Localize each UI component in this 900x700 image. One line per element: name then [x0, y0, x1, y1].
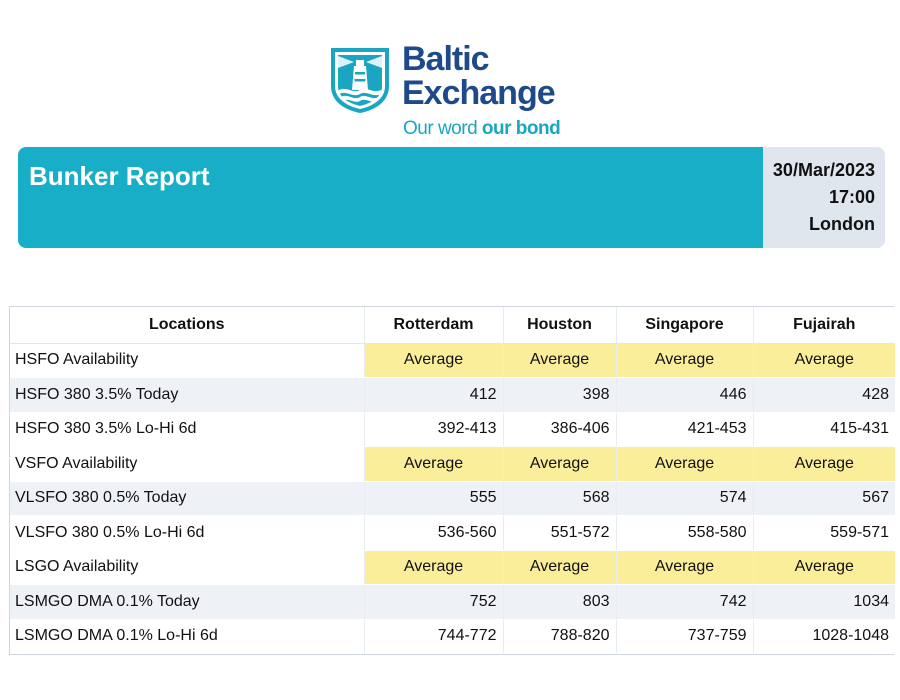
report-header: Bunker Report 30/Mar/2023 17:00 London — [18, 147, 885, 248]
tagline-light: Our word — [403, 118, 482, 139]
range-cell: 536-560 — [363, 515, 503, 551]
availability-cell: Average — [363, 550, 503, 585]
availability-cell: Average — [502, 343, 616, 378]
availability-cell: Average — [502, 446, 616, 482]
logo-wordmark: Baltic Exchange — [402, 40, 556, 112]
range-cell: 392-413 — [363, 412, 503, 447]
price-cell: 752 — [363, 584, 503, 620]
availability-cell: Average — [752, 446, 895, 482]
range-cell: 1028-1048 — [752, 619, 895, 654]
availability-cell: Average — [752, 550, 895, 585]
availability-cell: Average — [752, 343, 895, 378]
row-label: LSGO Availability — [10, 550, 364, 585]
range-cell: 386-406 — [502, 412, 616, 447]
availability-cell: Average — [363, 343, 503, 378]
lighthouse-shield-icon — [331, 48, 389, 113]
range-cell: 559-571 — [752, 515, 895, 551]
row-label: LSMGO DMA 0.1% Lo-Hi 6d — [10, 619, 364, 654]
range-cell: 558-580 — [615, 515, 753, 551]
report-meta-panel: 30/Mar/2023 17:00 London — [763, 147, 885, 248]
table-row: LSGO Availability Average Average Averag… — [10, 550, 895, 585]
availability-cell: Average — [615, 550, 753, 585]
table-header-row: Locations Rotterdam Houston Singapore Fu… — [10, 307, 895, 344]
table-row: LSMGO DMA 0.1% Today 752 803 742 1034 — [10, 584, 895, 620]
range-cell: 744-772 — [363, 619, 503, 654]
report-time: 17:00 — [828, 187, 875, 207]
report-title-panel: Bunker Report — [18, 147, 763, 248]
column-header-rotterdam: Rotterdam — [363, 307, 503, 344]
price-cell: 555 — [363, 481, 503, 516]
row-label: VLSFO 380 0.5% Today — [10, 481, 364, 516]
price-cell: 742 — [615, 584, 753, 620]
table-row: HSFO 380 3.5% Today 412 398 446 428 — [10, 377, 895, 413]
price-cell: 568 — [502, 481, 616, 516]
range-cell: 415-431 — [752, 412, 895, 447]
row-label: VLSFO 380 0.5% Lo-Hi 6d — [10, 515, 364, 551]
availability-cell: Average — [502, 550, 616, 585]
price-cell: 428 — [752, 377, 895, 413]
table-row: HSFO 380 3.5% Lo-Hi 6d 392-413 386-406 4… — [10, 412, 895, 447]
table-row: LSMGO DMA 0.1% Lo-Hi 6d 744-772 788-820 … — [10, 619, 895, 654]
row-label: HSFO 380 3.5% Today — [10, 377, 364, 413]
range-cell: 737-759 — [615, 619, 753, 654]
table-row: HSFO Availability Average Average Averag… — [10, 343, 895, 378]
price-cell: 446 — [615, 377, 753, 413]
availability-cell: Average — [363, 446, 503, 482]
table-row: VLSFO 380 0.5% Lo-Hi 6d 536-560 551-572 … — [10, 515, 895, 551]
availability-cell: Average — [615, 446, 753, 482]
price-cell: 412 — [363, 377, 503, 413]
column-header-locations: Locations — [10, 307, 364, 344]
price-cell: 574 — [615, 481, 753, 516]
price-cell: 398 — [502, 377, 616, 413]
column-header-singapore: Singapore — [615, 307, 753, 344]
range-cell: 551-572 — [502, 515, 616, 551]
range-cell: 421-453 — [615, 412, 753, 447]
table-row: VSFO Availability Average Average Averag… — [10, 446, 895, 482]
price-cell: 1034 — [752, 584, 895, 620]
tagline-bold: our bond — [481, 118, 561, 139]
price-cell: 567 — [752, 481, 895, 516]
table-row: VLSFO 380 0.5% Today 555 568 574 567 — [10, 481, 895, 516]
column-header-fujairah: Fujairah — [752, 307, 895, 344]
row-label: LSMGO DMA 0.1% Today — [10, 584, 364, 620]
report-location: London — [809, 214, 875, 234]
baltic-exchange-logo: Baltic Exchange Our word our bond — [329, 40, 589, 144]
column-header-houston: Houston — [502, 307, 616, 344]
row-label: HSFO Availability — [10, 343, 364, 378]
bunker-price-table: Locations Rotterdam Houston Singapore Fu… — [9, 306, 895, 655]
report-title: Bunker Report — [29, 161, 210, 191]
logo-tagline: Our word our bond — [403, 118, 561, 140]
row-label: VSFO Availability — [10, 446, 364, 482]
row-label: HSFO 380 3.5% Lo-Hi 6d — [10, 412, 364, 447]
range-cell: 788-820 — [502, 619, 616, 654]
logo-name-line1: Baltic — [402, 40, 490, 78]
logo-name-line2: Exchange — [402, 74, 556, 112]
price-cell: 803 — [502, 584, 616, 620]
report-date: 30/Mar/2023 — [772, 160, 875, 180]
availability-cell: Average — [615, 343, 753, 378]
